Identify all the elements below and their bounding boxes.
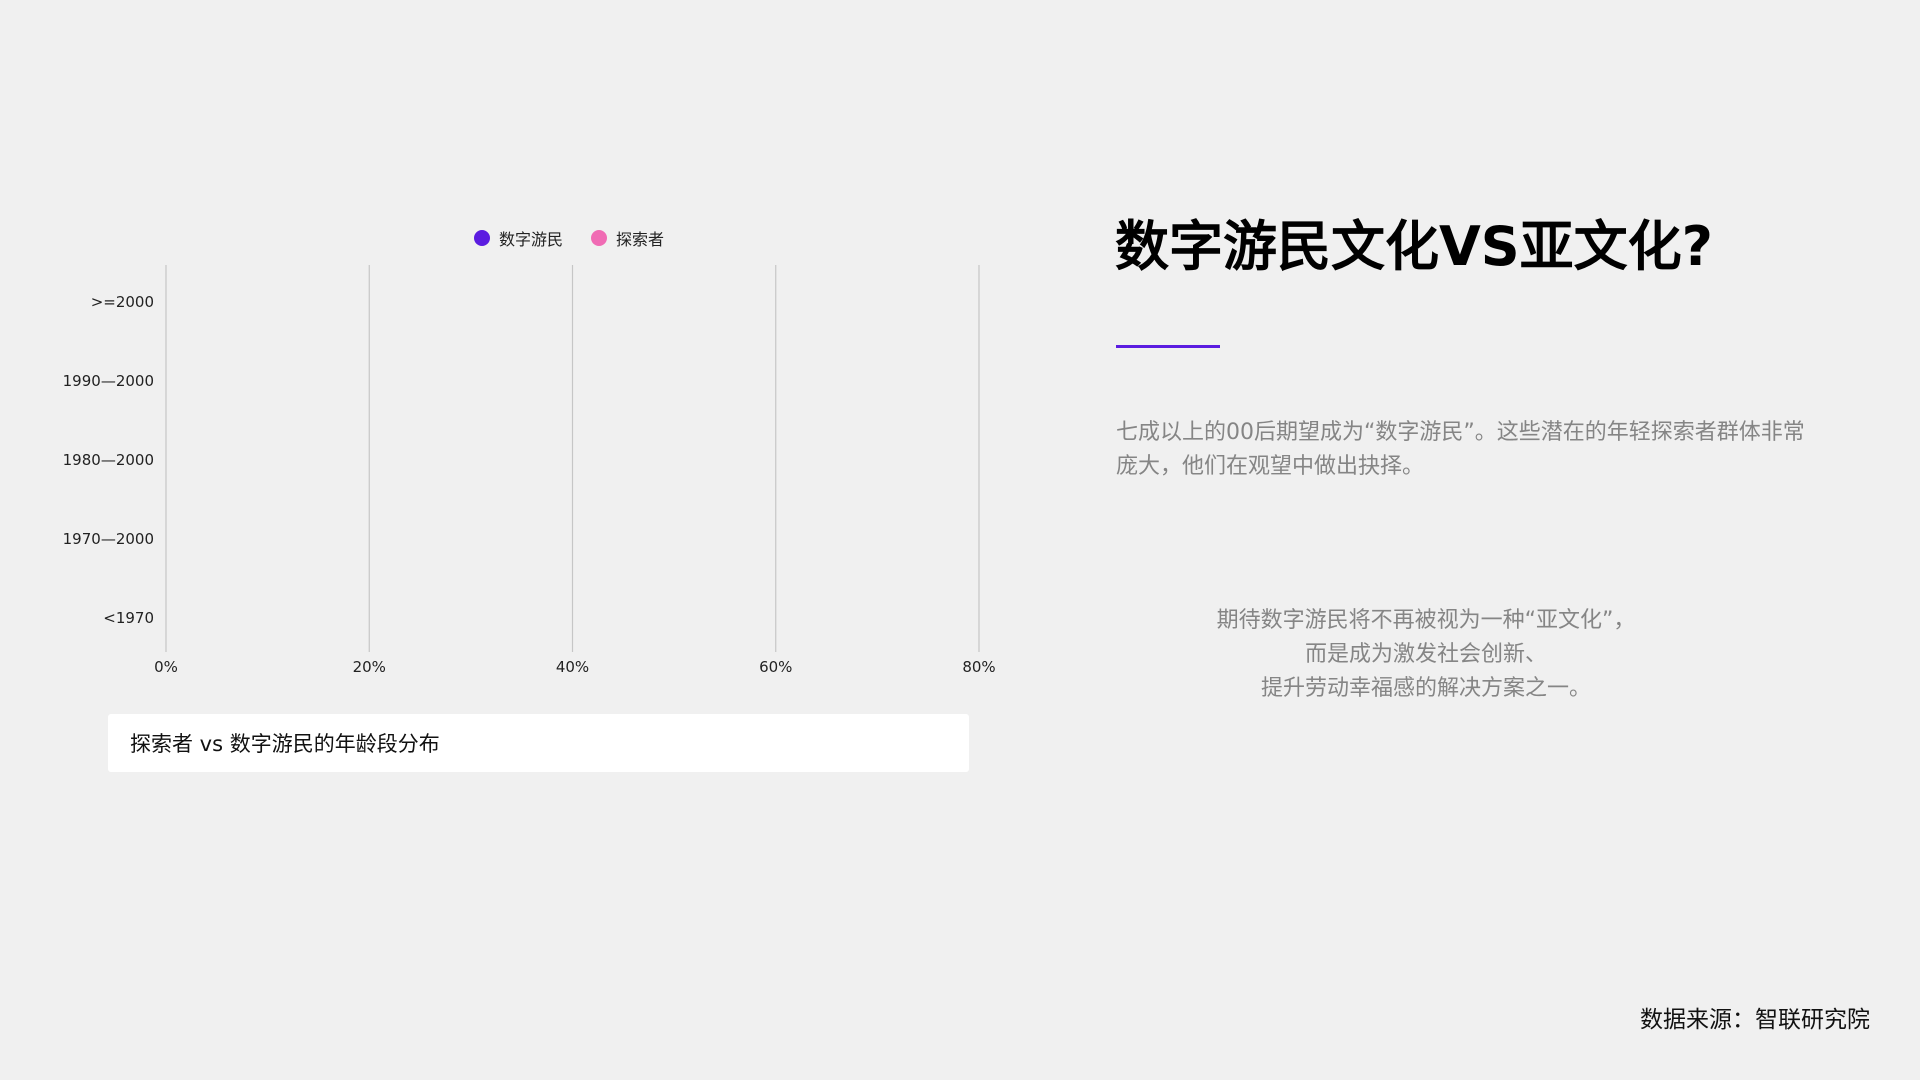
y-category-label-4: <1970 bbox=[103, 609, 154, 627]
x-tick-label-1: 20% bbox=[353, 658, 386, 676]
y-category-label-3: 1970—2000 bbox=[63, 530, 154, 548]
chart-caption-text: 探索者 vs 数字游民的年龄段分布 bbox=[130, 732, 440, 756]
y-category-label-2: 1980—2000 bbox=[63, 451, 154, 469]
x-tick-label-0: 0% bbox=[154, 658, 178, 676]
quote-line-3: 提升劳动幸福感的解决方案之一。 bbox=[1260, 676, 1591, 701]
y-category-label-0: >=2000 bbox=[91, 293, 154, 311]
title-accent-line bbox=[1116, 345, 1220, 348]
quote-line-1: 期待数字游民将不再被视为一种“亚文化”， bbox=[1216, 608, 1636, 633]
quote-block: 期待数字游民将不再被视为一种“亚文化”， 而是成为激发社会创新、 提升劳动幸福感… bbox=[1116, 604, 1736, 706]
data-source: 数据来源：智联研究院 bbox=[1640, 1007, 1870, 1033]
age-distribution-chart: 0% 20% 40% 60% 80% >=2000 1990—2000 1980—2000 19… bbox=[63, 265, 996, 676]
page-title: 数字游民文化VS亚文化? bbox=[1115, 215, 1714, 278]
chart-caption: 探索者 vs 数字游民的年龄段分布 bbox=[108, 714, 969, 772]
x-tick-label-2: 40% bbox=[556, 658, 589, 676]
y-category-label-1: 1990—2000 bbox=[63, 372, 154, 390]
x-tick-label-4: 80% bbox=[962, 658, 995, 676]
x-tick-label-3: 60% bbox=[759, 658, 792, 676]
quote-line-2: 而是成为激发社会创新、 bbox=[1304, 642, 1547, 667]
description-text: 七成以上的00后期望成为“数字游民”。这些潜在的年轻探索者群体非常庞大，他们在观… bbox=[1116, 420, 1805, 479]
